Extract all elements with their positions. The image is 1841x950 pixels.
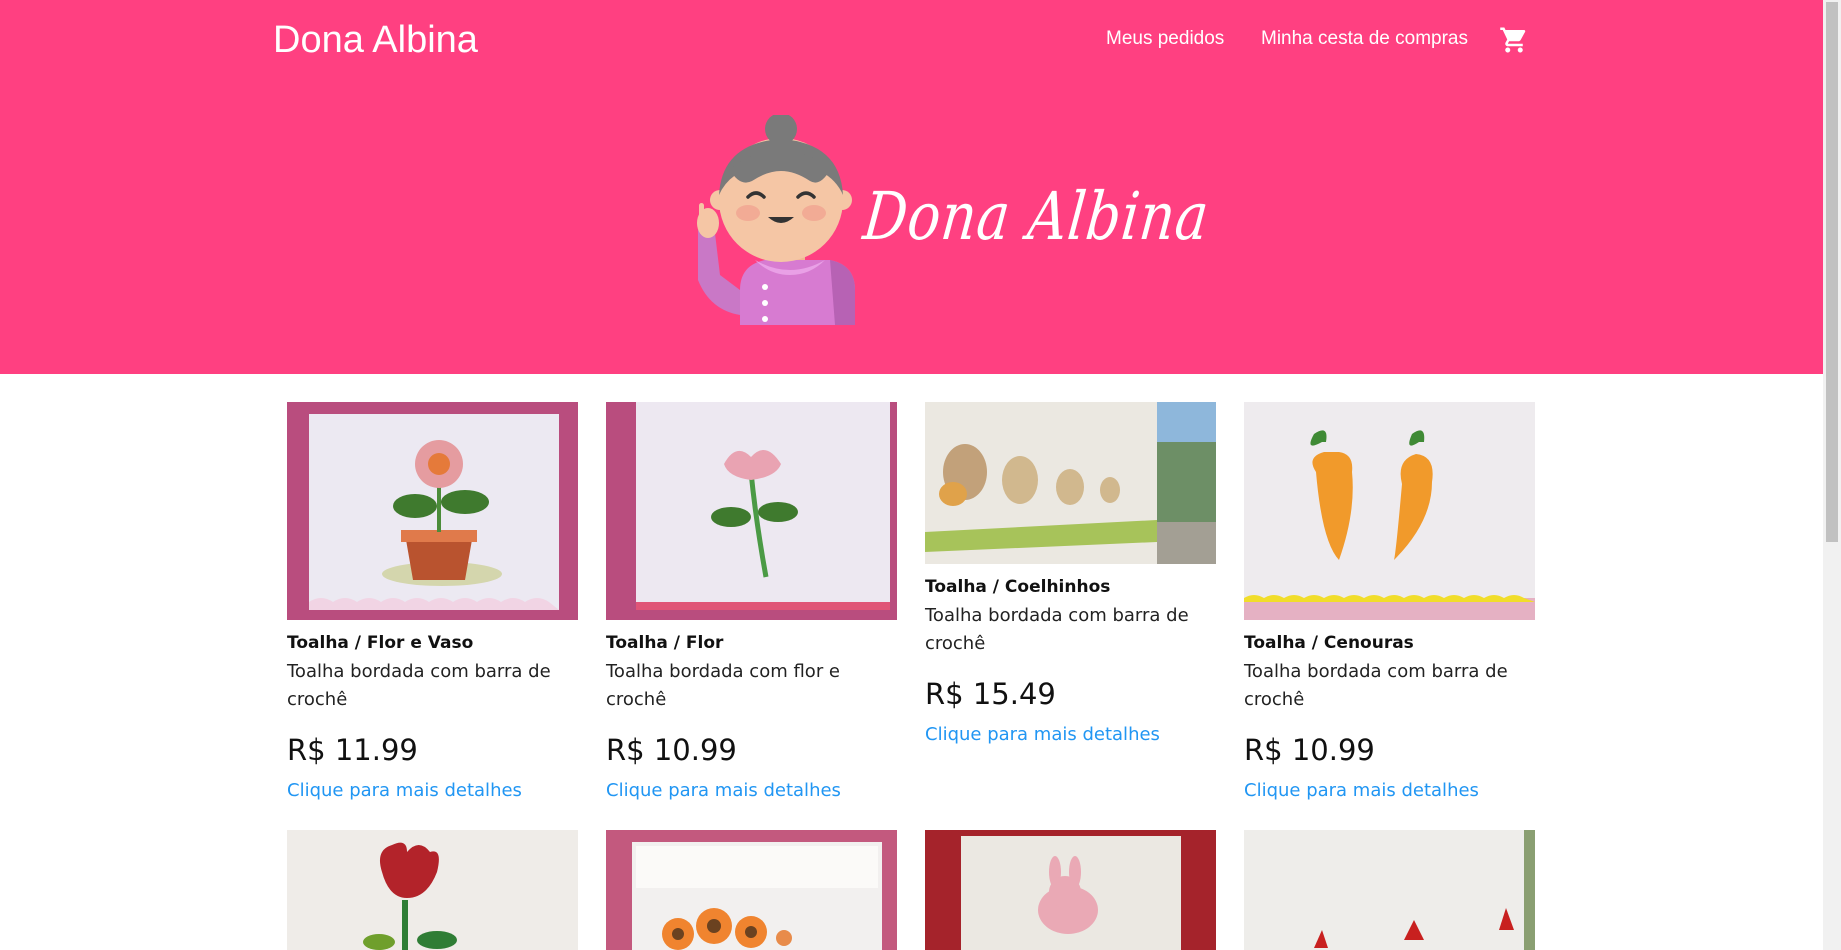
product-card: Toalha / Flor e Vaso Toalha bordada com … [287, 402, 578, 801]
product-card: Toalha / Cenouras Toalha bordada com bar… [1244, 402, 1535, 801]
page-scrollbar-thumb[interactable] [1826, 2, 1838, 542]
product-price: R$ 10.99 [1244, 733, 1375, 767]
product-card: Toalha / Flor Toalha bordada com flor e … [606, 402, 897, 801]
product-image[interactable] [925, 402, 1216, 564]
nav-cesta-de-compras[interactable]: Minha cesta de compras [1261, 28, 1468, 50]
brand-logo-link[interactable]: Dona Albina [273, 19, 478, 62]
product-description: Toalha bordada com barra de crochê [925, 605, 1189, 654]
site-header: Dona Albina Meus pedidos Minha cesta de … [0, 0, 1823, 374]
product-image[interactable] [287, 402, 578, 620]
product-description: Toalha bordada com barra de crochê [1244, 661, 1508, 710]
product-details-link[interactable]: Clique para mais detalhes [606, 780, 897, 801]
product-price: R$ 11.99 [287, 733, 418, 767]
product-details-link[interactable]: Clique para mais detalhes [1244, 780, 1535, 801]
product-price: R$ 10.99 [606, 733, 737, 767]
product-image[interactable] [287, 830, 578, 950]
product-description: Toalha bordada com flor e crochê [606, 661, 841, 710]
product-image[interactable] [925, 830, 1216, 950]
product-card [1244, 830, 1535, 950]
product-card: Toalha / Coelhinhos Toalha bordada com b… [925, 402, 1216, 745]
nav-meus-pedidos[interactable]: Meus pedidos [1106, 28, 1224, 50]
shopping-cart-icon[interactable] [1499, 25, 1529, 55]
product-image[interactable] [1244, 830, 1535, 950]
product-name: Toalha / Cenouras [1244, 633, 1414, 653]
product-name: Toalha / Flor e Vaso [287, 633, 474, 653]
product-details-link[interactable]: Clique para mais detalhes [287, 780, 578, 801]
product-card [606, 830, 897, 950]
product-image[interactable] [1244, 402, 1535, 620]
product-details-link[interactable]: Clique para mais detalhes [925, 724, 1216, 745]
product-price: R$ 15.49 [925, 677, 1056, 711]
product-name: Toalha / Coelhinhos [925, 577, 1111, 597]
product-card [925, 830, 1216, 950]
product-name: Toalha / Flor [606, 633, 724, 653]
product-image[interactable] [606, 402, 897, 620]
product-image[interactable] [606, 830, 897, 950]
product-card [287, 830, 578, 950]
product-description: Toalha bordada com barra de crochê [287, 661, 551, 710]
hero-title: Dona Albina [859, 178, 1213, 255]
